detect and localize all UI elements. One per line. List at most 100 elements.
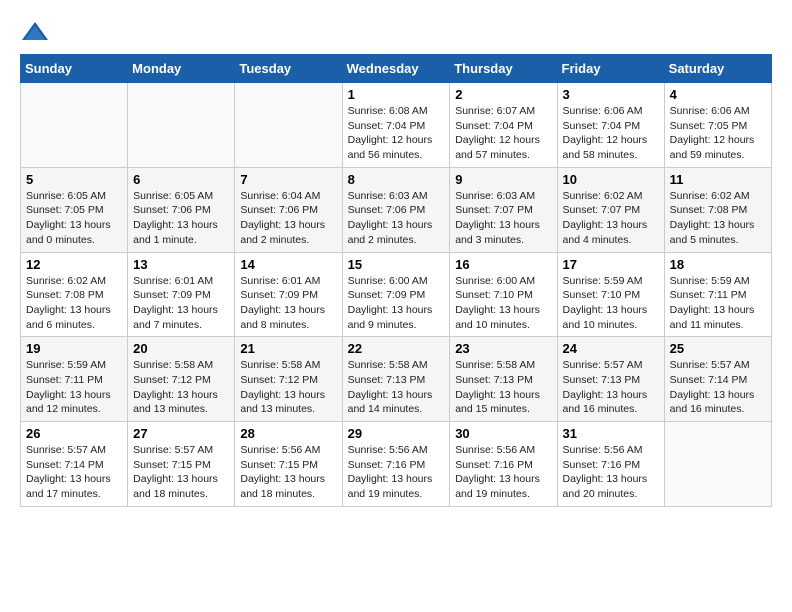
calendar-cell: 2 Sunrise: 6:07 AMSunset: 7:04 PMDaylight…	[450, 83, 557, 168]
day-number: 11	[670, 172, 766, 187]
day-info: Sunrise: 5:57 AMSunset: 7:14 PMDaylight:…	[670, 358, 766, 417]
day-number: 2	[455, 87, 551, 102]
calendar-cell	[128, 83, 235, 168]
calendar-cell: 7 Sunrise: 6:04 AMSunset: 7:06 PMDaylight…	[235, 167, 342, 252]
day-info: Sunrise: 6:00 AMSunset: 7:10 PMDaylight:…	[455, 274, 551, 333]
weekday-header-tuesday: Tuesday	[235, 55, 342, 83]
calendar-cell: 10 Sunrise: 6:02 AMSunset: 7:07 PMDayligh…	[557, 167, 664, 252]
day-info: Sunrise: 6:02 AMSunset: 7:07 PMDaylight:…	[563, 189, 659, 248]
day-number: 4	[670, 87, 766, 102]
day-number: 12	[26, 257, 122, 272]
day-number: 24	[563, 341, 659, 356]
calendar-cell: 29Sunrise: 5:56 AMSunset: 7:16 PMDayligh…	[342, 422, 450, 507]
day-info: Sunrise: 6:06 AMSunset: 7:05 PMDaylight:…	[670, 104, 766, 163]
day-info: Sunrise: 5:59 AMSunset: 7:11 PMDaylight:…	[26, 358, 122, 417]
day-info: Sunrise: 6:06 AMSunset: 7:04 PMDaylight:…	[563, 104, 659, 163]
day-number: 30	[455, 426, 551, 441]
day-number: 28	[240, 426, 336, 441]
calendar-week-1: 1 Sunrise: 6:08 AMSunset: 7:04 PMDaylight…	[21, 83, 772, 168]
calendar-cell: 11 Sunrise: 6:02 AMSunset: 7:08 PMDayligh…	[664, 167, 771, 252]
calendar-cell: 31 Sunrise: 5:56 AMSunset: 7:16 PMDayligh…	[557, 422, 664, 507]
calendar-cell: 21Sunrise: 5:58 AMSunset: 7:12 PMDayligh…	[235, 337, 342, 422]
calendar-cell: 20 Sunrise: 5:58 AMSunset: 7:12 PMDayligh…	[128, 337, 235, 422]
calendar-table: SundayMondayTuesdayWednesdayThursdayFrid…	[20, 54, 772, 507]
day-number: 27	[133, 426, 229, 441]
calendar-cell: 14 Sunrise: 6:01 AMSunset: 7:09 PMDayligh…	[235, 252, 342, 337]
calendar-week-2: 5 Sunrise: 6:05 AMSunset: 7:05 PMDaylight…	[21, 167, 772, 252]
day-info: Sunrise: 6:05 AMSunset: 7:05 PMDaylight:…	[26, 189, 122, 248]
day-number: 9	[455, 172, 551, 187]
day-info: Sunrise: 5:58 AMSunset: 7:13 PMDaylight:…	[348, 358, 445, 417]
calendar-cell: 16 Sunrise: 6:00 AMSunset: 7:10 PMDayligh…	[450, 252, 557, 337]
day-info: Sunrise: 6:00 AMSunset: 7:09 PMDaylight:…	[348, 274, 445, 333]
weekday-header-thursday: Thursday	[450, 55, 557, 83]
calendar-cell: 18 Sunrise: 5:59 AMSunset: 7:11 PMDayligh…	[664, 252, 771, 337]
calendar-cell	[235, 83, 342, 168]
day-number: 18	[670, 257, 766, 272]
day-info: Sunrise: 5:56 AMSunset: 7:16 PMDaylight:…	[455, 443, 551, 502]
day-number: 10	[563, 172, 659, 187]
day-number: 22	[348, 341, 445, 356]
day-number: 25	[670, 341, 766, 356]
logo	[20, 20, 54, 44]
day-number: 5	[26, 172, 122, 187]
day-number: 1	[348, 87, 445, 102]
calendar-cell: 27 Sunrise: 5:57 AMSunset: 7:15 PMDayligh…	[128, 422, 235, 507]
day-info: Sunrise: 6:01 AMSunset: 7:09 PMDaylight:…	[133, 274, 229, 333]
calendar-cell: 9Sunrise: 6:03 AMSunset: 7:07 PMDaylight…	[450, 167, 557, 252]
day-info: Sunrise: 5:57 AMSunset: 7:13 PMDaylight:…	[563, 358, 659, 417]
day-number: 15	[348, 257, 445, 272]
logo-icon	[20, 20, 50, 44]
weekday-header-friday: Friday	[557, 55, 664, 83]
day-number: 6	[133, 172, 229, 187]
calendar-week-5: 26 Sunrise: 5:57 AMSunset: 7:14 PMDayligh…	[21, 422, 772, 507]
day-number: 17	[563, 257, 659, 272]
weekday-header-saturday: Saturday	[664, 55, 771, 83]
calendar-week-4: 19 Sunrise: 5:59 AMSunset: 7:11 PMDayligh…	[21, 337, 772, 422]
day-number: 20	[133, 341, 229, 356]
day-number: 31	[563, 426, 659, 441]
calendar-cell: 15 Sunrise: 6:00 AMSunset: 7:09 PMDayligh…	[342, 252, 450, 337]
weekday-header-sunday: Sunday	[21, 55, 128, 83]
calendar-cell: 23 Sunrise: 5:58 AMSunset: 7:13 PMDayligh…	[450, 337, 557, 422]
calendar-cell: 26 Sunrise: 5:57 AMSunset: 7:14 PMDayligh…	[21, 422, 128, 507]
day-info: Sunrise: 6:04 AMSunset: 7:06 PMDaylight:…	[240, 189, 336, 248]
day-number: 26	[26, 426, 122, 441]
calendar-cell: 24 Sunrise: 5:57 AMSunset: 7:13 PMDayligh…	[557, 337, 664, 422]
calendar-cell: 28Sunrise: 5:56 AMSunset: 7:15 PMDayligh…	[235, 422, 342, 507]
day-info: Sunrise: 5:58 AMSunset: 7:12 PMDaylight:…	[133, 358, 229, 417]
calendar-week-3: 12Sunrise: 6:02 AMSunset: 7:08 PMDayligh…	[21, 252, 772, 337]
calendar-cell	[21, 83, 128, 168]
day-number: 16	[455, 257, 551, 272]
day-info: Sunrise: 5:58 AMSunset: 7:13 PMDaylight:…	[455, 358, 551, 417]
day-info: Sunrise: 5:57 AMSunset: 7:14 PMDaylight:…	[26, 443, 122, 502]
day-info: Sunrise: 6:05 AMSunset: 7:06 PMDaylight:…	[133, 189, 229, 248]
weekday-header-monday: Monday	[128, 55, 235, 83]
day-number: 13	[133, 257, 229, 272]
calendar-cell: 13 Sunrise: 6:01 AMSunset: 7:09 PMDayligh…	[128, 252, 235, 337]
day-info: Sunrise: 5:56 AMSunset: 7:16 PMDaylight:…	[563, 443, 659, 502]
day-number: 3	[563, 87, 659, 102]
calendar-cell: 22 Sunrise: 5:58 AMSunset: 7:13 PMDayligh…	[342, 337, 450, 422]
day-info: Sunrise: 6:03 AMSunset: 7:06 PMDaylight:…	[348, 189, 445, 248]
day-info: Sunrise: 5:59 AMSunset: 7:11 PMDaylight:…	[670, 274, 766, 333]
calendar-cell: 30 Sunrise: 5:56 AMSunset: 7:16 PMDayligh…	[450, 422, 557, 507]
day-info: Sunrise: 6:02 AMSunset: 7:08 PMDaylight:…	[670, 189, 766, 248]
day-number: 14	[240, 257, 336, 272]
page-header	[20, 20, 772, 44]
day-number: 23	[455, 341, 551, 356]
day-number: 19	[26, 341, 122, 356]
calendar-cell: 3 Sunrise: 6:06 AMSunset: 7:04 PMDaylight…	[557, 83, 664, 168]
day-info: Sunrise: 6:07 AMSunset: 7:04 PMDaylight:…	[455, 104, 551, 163]
calendar-cell: 4 Sunrise: 6:06 AMSunset: 7:05 PMDaylight…	[664, 83, 771, 168]
day-number: 7	[240, 172, 336, 187]
calendar-cell: 1 Sunrise: 6:08 AMSunset: 7:04 PMDaylight…	[342, 83, 450, 168]
day-info: Sunrise: 5:57 AMSunset: 7:15 PMDaylight:…	[133, 443, 229, 502]
day-info: Sunrise: 6:01 AMSunset: 7:09 PMDaylight:…	[240, 274, 336, 333]
calendar-cell: 17Sunrise: 5:59 AMSunset: 7:10 PMDayligh…	[557, 252, 664, 337]
day-info: Sunrise: 6:08 AMSunset: 7:04 PMDaylight:…	[348, 104, 445, 163]
calendar-cell: 8Sunrise: 6:03 AMSunset: 7:06 PMDaylight…	[342, 167, 450, 252]
calendar-cell: 12Sunrise: 6:02 AMSunset: 7:08 PMDayligh…	[21, 252, 128, 337]
weekday-header-wednesday: Wednesday	[342, 55, 450, 83]
calendar-cell	[664, 422, 771, 507]
